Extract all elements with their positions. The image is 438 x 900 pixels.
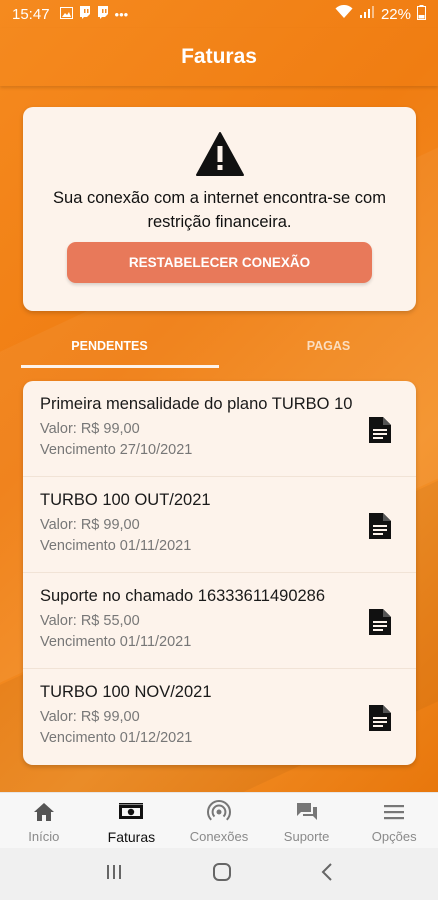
document-icon[interactable] — [368, 416, 392, 444]
battery-icon — [417, 4, 426, 24]
invoice-value: Valor: R$ 99,00 — [40, 517, 140, 533]
invoice-due-date: Vencimento 27/10/2021 — [40, 442, 193, 458]
document-icon[interactable] — [368, 608, 392, 636]
battery-level: 22% — [380, 5, 411, 23]
invoice-title: TURBO 100 NOV/2021 — [40, 683, 212, 701]
invoice-value: Valor: R$ 99,00 — [40, 709, 140, 725]
chat-icon — [263, 800, 351, 826]
invoice-row[interactable]: TURBO 100 NOV/2021 Valor: R$ 99,00 Venci… — [23, 669, 416, 765]
signal-icon — [359, 5, 375, 23]
gallery-icon — [59, 6, 73, 22]
nav-item-connections[interactable]: Conexões — [175, 793, 263, 848]
money-icon — [88, 800, 176, 826]
tab-paid[interactable]: PAGAS — [219, 326, 438, 368]
invoice-value: Valor: R$ 99,00 — [40, 421, 140, 437]
nav-label: Faturas — [107, 829, 156, 845]
tab-pending[interactable]: PENDENTES — [0, 326, 219, 368]
nav-item-home[interactable]: Início — [0, 793, 88, 848]
invoice-value: Valor: R$ 55,00 — [40, 613, 140, 629]
app-header: Faturas — [0, 28, 438, 86]
nav-label: Suporte — [283, 829, 330, 844]
invoice-due-date: Vencimento 01/11/2021 — [40, 634, 192, 650]
invoice-due-date: Vencimento 01/11/2021 — [40, 538, 192, 554]
system-navigation-bar — [0, 848, 438, 900]
wifi-signal-icon — [175, 800, 263, 826]
page-title: Faturas — [181, 45, 257, 68]
more-dots-icon: ••• — [114, 6, 129, 22]
back-button[interactable] — [320, 862, 334, 887]
twitch-icon — [97, 6, 109, 22]
document-icon[interactable] — [368, 512, 392, 540]
active-tab-indicator — [21, 365, 219, 368]
nav-item-invoices[interactable]: Faturas — [88, 793, 176, 848]
invoice-tabs: PENDENTES PAGAS — [0, 326, 438, 368]
home-button[interactable] — [212, 862, 232, 887]
bottom-navigation: Início Faturas Conexões Suporte Opções — [0, 792, 438, 848]
nav-label: Conexões — [189, 829, 249, 844]
twitch-icon — [79, 6, 91, 22]
invoice-title: Suporte no chamado 16333611490286 — [40, 587, 326, 605]
nav-item-options[interactable]: Opções — [350, 793, 438, 848]
invoice-title: Primeira mensalidade do plano TURBO 100 — [40, 395, 353, 413]
document-icon[interactable] — [368, 704, 392, 732]
connection-alert-card: Sua conexão com a internet encontra-se c… — [23, 107, 416, 311]
status-bar: 15:47 ••• 22% — [0, 0, 438, 28]
home-icon — [0, 800, 88, 826]
menu-icon — [350, 800, 438, 826]
nav-label: Início — [28, 829, 60, 844]
nav-label: Opções — [371, 829, 417, 844]
alert-message: Sua conexão com a internet encontra-se c… — [53, 189, 386, 231]
invoice-row[interactable]: Primeira mensalidade do plano TURBO 100 … — [23, 381, 416, 477]
restore-connection-button[interactable]: RESTABELECER CONEXÃO — [67, 242, 372, 283]
clock: 15:47 — [12, 5, 50, 23]
invoice-title: TURBO 100 OUT/2021 — [40, 491, 211, 509]
invoice-row[interactable]: Suporte no chamado 16333611490286 Valor:… — [23, 573, 416, 669]
invoice-due-date: Vencimento 01/12/2021 — [40, 730, 193, 746]
warning-icon — [196, 132, 244, 176]
invoice-list: Primeira mensalidade do plano TURBO 100 … — [23, 381, 416, 765]
invoice-row[interactable]: TURBO 100 OUT/2021 Valor: R$ 99,00 Venci… — [23, 477, 416, 573]
recents-button[interactable] — [104, 863, 124, 886]
wifi-icon — [335, 4, 353, 23]
nav-item-support[interactable]: Suporte — [263, 793, 351, 848]
